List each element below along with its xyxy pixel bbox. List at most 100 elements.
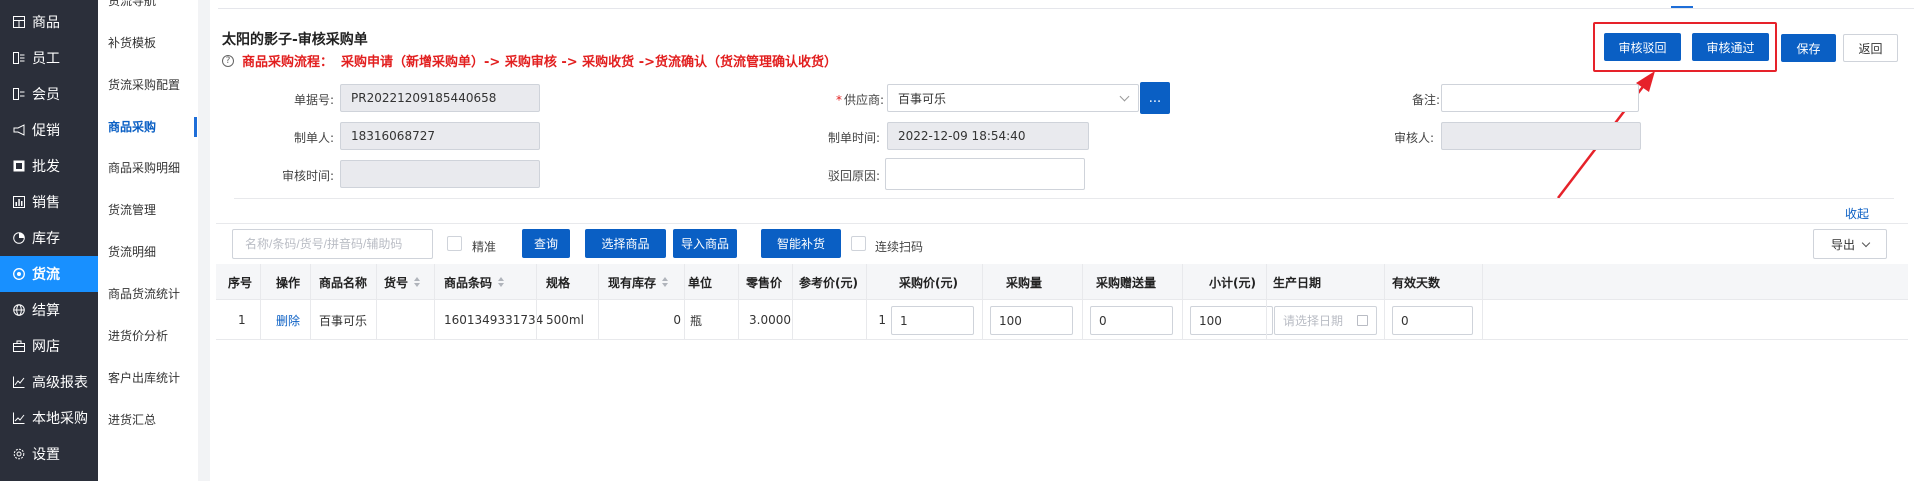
export-dropdown[interactable]: 导出 <box>1813 229 1887 259</box>
exact-label: 精准 <box>472 240 497 254</box>
save-button[interactable]: 保存 <box>1781 34 1836 62</box>
subtotal-input[interactable]: 100 <box>1190 306 1273 335</box>
supplier-label: * 供应商: <box>800 91 884 108</box>
column-divider <box>982 264 983 340</box>
sidebar-item-label: 库存 <box>32 231 60 247</box>
column-header-label: 货号 <box>384 275 409 290</box>
sidebar-item-goods-flow[interactable]: 货流 <box>0 256 98 292</box>
subnav-item-purchase-price-analysis[interactable]: 进货价分析 <box>108 327 168 344</box>
sidebar-item-wholesale[interactable]: 批发 <box>0 149 98 183</box>
chevron-down-icon <box>1119 91 1130 102</box>
row-index: 1 <box>238 313 246 327</box>
subnav-item-flow-purchase-config[interactable]: 货流采购配置 <box>108 76 180 93</box>
select-goods-button[interactable]: 选择商品 <box>585 229 666 258</box>
sidebar-item-staff[interactable]: 员工 <box>0 41 98 75</box>
order-no-label: 单据号: <box>293 93 334 107</box>
creator-label: 制单人: <box>293 131 334 145</box>
content <box>210 0 1914 481</box>
purchase-qty-input[interactable]: 100 <box>990 306 1073 335</box>
subnav-item-flow-statistics[interactable]: 商品货流统计 <box>108 285 180 302</box>
created-time-label: 制单时间: <box>827 131 880 145</box>
sidebar-item-sales[interactable]: 销售 <box>0 185 98 219</box>
subnav-item-flow-nav[interactable]: 货流导航 <box>108 0 156 9</box>
pie-icon <box>12 231 26 245</box>
column-header-sortable[interactable]: 商品条码 <box>444 264 505 300</box>
smart-restock-button[interactable]: 智能补货 <box>761 229 841 258</box>
subnav-item-flow-detail[interactable]: 货流明细 <box>108 243 156 260</box>
sidebar-item-inventory[interactable]: 库存 <box>0 221 98 255</box>
query-button[interactable]: 查询 <box>522 229 570 258</box>
column-header-label: 现有库存 <box>608 275 657 290</box>
bar-chart-icon <box>12 195 26 209</box>
active-indicator <box>194 117 197 137</box>
production-date-picker[interactable]: 请选择日期 <box>1274 306 1377 335</box>
sidebar-item-label: 本地采购 <box>32 411 88 427</box>
subnav-item-restock-template[interactable]: 补货模板 <box>108 34 156 51</box>
subnav-item-customer-outbound[interactable]: 客户出库统计 <box>108 369 180 386</box>
cell-goods-name: 百事可乐 <box>319 313 368 328</box>
line-chart-icon <box>12 375 26 389</box>
cell-retail-price: 3.0000 <box>749 313 791 327</box>
app-root: 商品 员工 会员 促销 批发 销售 库存 货流 结算 网店 高级报表 本地采购 … <box>0 0 1914 481</box>
cell-unit: 瓶 <box>690 313 703 328</box>
export-label: 导出 <box>1830 237 1855 252</box>
gear-icon <box>12 447 26 461</box>
column-header: 采购量 <box>1006 275 1043 290</box>
remark-field[interactable] <box>1441 84 1639 112</box>
sort-icon <box>498 277 505 287</box>
column-divider <box>792 264 793 340</box>
sidebar-item-goods[interactable]: 商品 <box>0 5 98 39</box>
column-header-sortable[interactable]: 货号 <box>384 264 421 300</box>
column-header-label: 商品条码 <box>444 275 493 290</box>
tab-indicator <box>1671 6 1693 8</box>
column-divider <box>536 264 537 340</box>
sort-icon <box>414 277 421 287</box>
delete-row-link[interactable]: 删除 <box>276 300 300 340</box>
sidebar-item-promotion[interactable]: 促销 <box>0 113 98 147</box>
supplier-value: 百事可乐 <box>898 91 947 106</box>
collapse-link[interactable]: 收起 <box>1845 205 1869 222</box>
sidebar-item-members[interactable]: 会员 <box>0 77 98 111</box>
import-goods-button[interactable]: 导入商品 <box>673 229 737 258</box>
continuous-scan-checkbox[interactable] <box>851 236 866 251</box>
subnav-item-purchase-detail[interactable]: 商品采购明细 <box>108 159 180 176</box>
sidebar-item-settings[interactable]: 设置 <box>0 437 98 471</box>
sidebar-item-webstore[interactable]: 网店 <box>0 329 98 363</box>
chevron-down-icon <box>1861 238 1871 247</box>
column-header: 操作 <box>276 275 301 290</box>
sidebar-item-label: 设置 <box>32 447 60 463</box>
flow-label: 商品采购流程： <box>242 55 334 70</box>
valid-days-input[interactable]: 0 <box>1392 306 1473 335</box>
supplier-picker-button[interactable]: ... <box>1140 82 1170 114</box>
search-input[interactable] <box>232 229 433 259</box>
column-header: 生产日期 <box>1273 275 1322 290</box>
sidebar-item-label: 员工 <box>32 51 60 67</box>
gift-qty-input[interactable]: 0 <box>1090 306 1173 335</box>
auditor-label: 审核人: <box>1393 131 1434 145</box>
subnav-item-goods-purchase[interactable]: 商品采购 <box>108 118 156 135</box>
column-header: 采购赠送量 <box>1096 275 1157 290</box>
table-header-row: 序号 操作 商品名称 货号 商品条码 规格 现有库存 单位 零售价 参考价(元)… <box>216 264 1908 300</box>
sidebar-item-label: 网店 <box>32 339 60 355</box>
audit-time-field <box>340 160 540 188</box>
person-list-icon <box>12 51 26 65</box>
exact-checkbox[interactable] <box>447 236 462 251</box>
sidebar-item-label: 结算 <box>32 303 60 319</box>
subnav-item-flow-management[interactable]: 货流管理 <box>108 201 156 218</box>
sidebar-item-settlement[interactable]: 结算 <box>0 293 98 327</box>
purchase-price-input[interactable]: 1 <box>891 306 974 335</box>
sidebar-item-advanced-reports[interactable]: 高级报表 <box>0 365 98 399</box>
reject-reason-field[interactable] <box>885 158 1085 190</box>
sidebar-item-label: 促销 <box>32 123 60 139</box>
purchase-flow: ? 商品采购流程： 采购申请（新增采购单）-> 采购审核 -> 采购收货 ->货… <box>222 51 837 70</box>
supplier-select[interactable]: 百事可乐 <box>887 84 1139 112</box>
sidebar-item-local-purchase[interactable]: 本地采购 <box>0 401 98 435</box>
trend-icon <box>12 411 26 425</box>
back-button[interactable]: 返回 <box>1843 34 1898 62</box>
purchase-items-table: 序号 操作 商品名称 货号 商品条码 规格 现有库存 单位 零售价 参考价(元)… <box>216 264 1908 340</box>
column-divider <box>434 264 435 340</box>
subnav-item-purchase-summary[interactable]: 进货汇总 <box>108 411 156 428</box>
secondary-sidebar: 货流导航 补货模板 货流采购配置 商品采购 商品采购明细 货流管理 货流明细 商… <box>98 0 198 481</box>
sort-icon <box>662 277 669 287</box>
column-header-sortable[interactable]: 现有库存 <box>608 264 669 300</box>
